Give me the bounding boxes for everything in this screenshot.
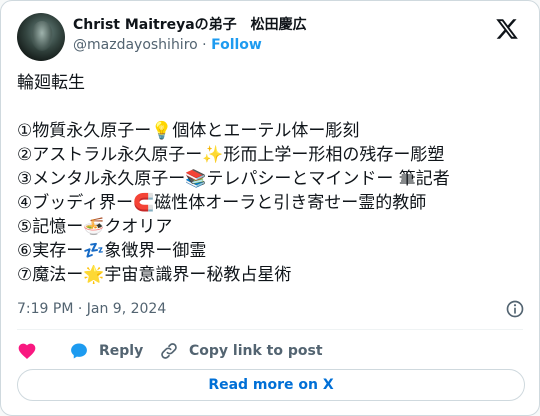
- separator: ·: [202, 37, 207, 53]
- link-icon: [161, 343, 177, 359]
- reply-button[interactable]: Reply: [69, 339, 143, 363]
- handle[interactable]: @mazdayoshihiro: [73, 37, 198, 53]
- tweet-meta: 7:19 PM · Jan 9, 2024: [17, 299, 525, 319]
- heart-icon: [18, 343, 36, 359]
- divider: [17, 329, 523, 330]
- tweet-text: 輪廻転生 ①物質永久原子ー💡個体とエーテル体ー彫刻 ②アストラル永久原子ー✨形而…: [17, 73, 450, 285]
- action-bar: Reply Copy link to post: [17, 339, 525, 363]
- tweet-card: Christ Maitreyaの弟子 松田慶広 @mazdayoshihiro …: [0, 0, 540, 416]
- info-icon[interactable]: [505, 299, 525, 319]
- read-more-button[interactable]: Read more on X: [17, 369, 525, 401]
- like-button[interactable]: [17, 339, 47, 363]
- copy-link-label: Copy link to post: [189, 343, 323, 359]
- avatar[interactable]: [17, 13, 65, 61]
- x-logo-icon[interactable]: [495, 17, 519, 41]
- tweet-header: Christ Maitreyaの弟子 松田慶広 @mazdayoshihiro …: [17, 13, 523, 61]
- copy-link-button[interactable]: Copy link to post: [159, 339, 323, 363]
- reply-label: Reply: [99, 343, 144, 359]
- reply-icon: [71, 343, 87, 359]
- author-info: Christ Maitreyaの弟子 松田慶広 @mazdayoshihiro …: [73, 15, 307, 55]
- timestamp[interactable]: 7:19 PM · Jan 9, 2024: [17, 301, 166, 317]
- follow-button[interactable]: Follow: [211, 37, 262, 53]
- display-name[interactable]: Christ Maitreyaの弟子 松田慶広: [73, 15, 307, 35]
- handle-row: @mazdayoshihiro · Follow: [73, 35, 307, 55]
